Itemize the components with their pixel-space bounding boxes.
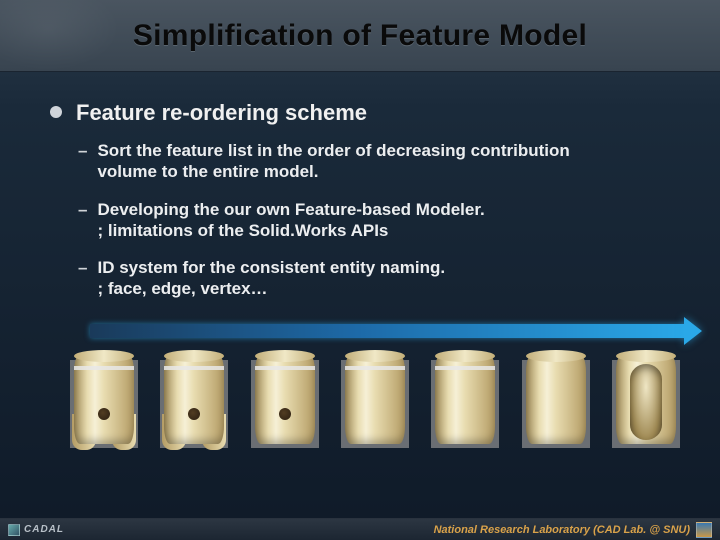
- piston-stage: [335, 344, 415, 454]
- sub-bullet-item: – Sort the feature list in the order of …: [50, 140, 684, 183]
- sub-bullet-text: Developing the our own Feature-based Mod…: [97, 199, 484, 242]
- dash-icon: –: [78, 199, 87, 242]
- slide-body: Feature re-ordering scheme – Sort the fe…: [0, 72, 720, 300]
- line: ; limitations of the Solid.Works APIs: [97, 221, 388, 240]
- bullet-icon: [50, 106, 62, 118]
- piston-stage: [154, 344, 234, 454]
- sub-bullet-text: ID system for the consistent entity nami…: [97, 257, 445, 300]
- arrow-bar: [90, 324, 686, 338]
- progress-arrow: [90, 320, 700, 342]
- sub-bullet-text: Sort the feature list in the order of de…: [97, 140, 569, 183]
- line: Developing the our own Feature-based Mod…: [97, 200, 484, 219]
- sub-bullet-item: – ID system for the consistent entity na…: [50, 257, 684, 300]
- section-row: Feature re-ordering scheme: [50, 100, 684, 126]
- footer-badge-icon: [696, 522, 712, 538]
- line: Sort the feature list in the order of de…: [97, 141, 569, 160]
- brand-text: CADAL: [24, 524, 64, 535]
- footer-right: National Research Laboratory (CAD Lab. @…: [434, 522, 720, 538]
- line: ID system for the consistent entity nami…: [97, 258, 445, 277]
- sub-bullet-list: – Sort the feature list in the order of …: [50, 140, 684, 300]
- slide-header: Simplification of Feature Model: [0, 0, 720, 72]
- piston-sequence: [60, 344, 690, 454]
- dash-icon: –: [78, 257, 87, 300]
- line: ; face, edge, vertex…: [97, 279, 267, 298]
- footer-text: National Research Laboratory (CAD Lab. @…: [434, 524, 690, 536]
- brand-logo-icon: [8, 524, 20, 536]
- piston-stage: [64, 344, 144, 454]
- dash-icon: –: [78, 140, 87, 183]
- piston-stage: [425, 344, 505, 454]
- sub-bullet-item: – Developing the our own Feature-based M…: [50, 199, 684, 242]
- piston-stage: [245, 344, 325, 454]
- arrow-right-icon: [684, 317, 702, 345]
- slide-title: Simplification of Feature Model: [133, 19, 587, 53]
- slide: Simplification of Feature Model Feature …: [0, 0, 720, 540]
- line: volume to the entire model.: [97, 162, 318, 181]
- section-heading: Feature re-ordering scheme: [76, 100, 367, 126]
- slide-footer: CADAL National Research Laboratory (CAD …: [0, 518, 720, 540]
- piston-stage: [516, 344, 596, 454]
- piston-stage: [606, 344, 686, 454]
- footer-brand: CADAL: [0, 524, 64, 536]
